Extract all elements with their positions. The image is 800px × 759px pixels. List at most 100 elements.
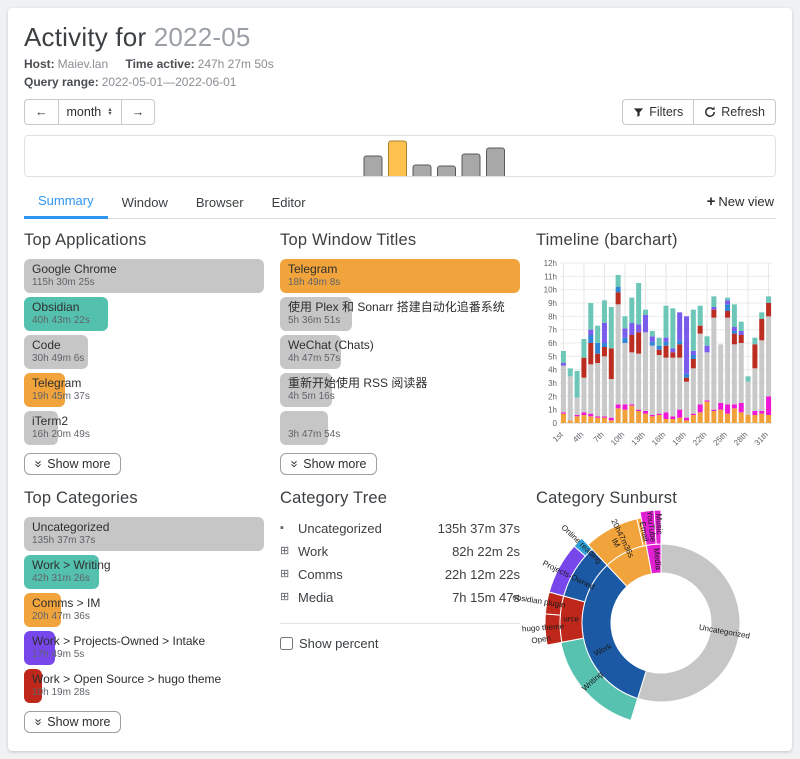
- new-view-button[interactable]: + New view: [705, 185, 776, 218]
- category-tree-title: Category Tree: [280, 489, 520, 508]
- category-sunburst-section: Category Sunburst UncategorizedWorkWriti…: [536, 489, 776, 751]
- y-axis-tick-label: 12h: [544, 259, 557, 268]
- timeline-bar-segment-magenta: [657, 414, 662, 415]
- window-title-bar: 重新开始使用 RSS 阅读器4h 5m 16s: [280, 373, 520, 407]
- timeline-bar-segment-orange: [759, 414, 764, 423]
- application-bar-duration: 19h 45m 37s: [32, 391, 256, 403]
- timeline-bar-segment-blue: [588, 335, 593, 343]
- timeline-bar-segment-purple: [705, 346, 710, 353]
- show-percent-checkbox[interactable]: [280, 637, 293, 650]
- timeline-bar-segment-magenta: [732, 404, 737, 408]
- expand-icon[interactable]: ⊞: [280, 540, 298, 563]
- tab-browser[interactable]: Browser: [182, 187, 258, 218]
- tab-summary[interactable]: Summary: [24, 185, 108, 219]
- refresh-button[interactable]: Refresh: [693, 99, 776, 125]
- timeline-bar-segment-red: [684, 378, 689, 382]
- timeline-bar-segment-purple: [664, 338, 669, 342]
- application-bar-label: iTerm2: [32, 414, 256, 429]
- timeline-bar-segment-teal: [650, 331, 655, 336]
- sunburst-label: urce: [563, 614, 579, 623]
- timeline-bar-segment-orange: [616, 408, 621, 423]
- application-bar: Obsidian40h 43m 22s: [24, 297, 264, 331]
- timeline-bar-segment-purple: [622, 328, 627, 337]
- top-categories-list: Uncategorized135h 37m 37sWork > Writing4…: [24, 517, 264, 703]
- category-tree-row[interactable]: ⊞Comms22h 12m 22s: [280, 563, 520, 586]
- show-more-categories-button[interactable]: »Show more: [24, 711, 121, 733]
- divider: [280, 623, 520, 624]
- timeline-bar-segment-magenta: [650, 415, 655, 416]
- period-mode-select[interactable]: month ▲▼: [58, 99, 121, 125]
- x-axis-tick-label: 16th: [650, 430, 667, 447]
- x-axis-tick-label: 1st: [551, 430, 565, 444]
- top-applications-title: Top Applications: [24, 231, 264, 250]
- x-axis-tick-label: 19th: [671, 430, 688, 447]
- tab-editor[interactable]: Editor: [258, 187, 320, 218]
- application-bar-label: Obsidian: [32, 300, 256, 315]
- timeline-barchart: 01h2h3h4h5h6h7h8h9h10h11h12h1st4th7th10t…: [536, 259, 776, 455]
- category-tree-row[interactable]: ⊞Media7h 15m 47s: [280, 586, 520, 609]
- timeline-bar-segment-teal: [691, 310, 696, 351]
- window-title-bar-duration: 4h 5m 16s: [288, 391, 512, 403]
- timeline-bar-segment-teal: [588, 303, 593, 330]
- timeline-bar-segment-orange: [711, 411, 716, 423]
- x-axis-tick-label: 7th: [592, 430, 606, 444]
- window-title-bar: 3h 47m 54s: [280, 411, 520, 445]
- query-range-line: Query range:2022-05-01—2022-06-01: [24, 75, 776, 89]
- y-axis-tick-label: 2h: [548, 392, 557, 401]
- timeline-bar-segment-orange: [718, 410, 723, 423]
- timeline-bar-segment-gray: [636, 354, 641, 410]
- category-bar: Work > Open Source > hugo theme10h 19m 2…: [24, 669, 264, 703]
- category-bar-label: Work > Open Source > hugo theme: [32, 672, 256, 687]
- application-bar-duration: 40h 43m 22s: [32, 315, 256, 327]
- show-more-applications-button[interactable]: »Show more: [24, 453, 121, 475]
- x-axis-tick-label: 10th: [609, 430, 626, 447]
- timeline-bar-segment-red: [766, 303, 771, 316]
- category-tree-row[interactable]: ▪Uncategorized135h 37m 37s: [280, 517, 520, 540]
- timeline-bar-segment-red: [739, 335, 744, 343]
- show-more-titles-button[interactable]: »Show more: [280, 453, 377, 475]
- timeline-bar-segment-red: [725, 311, 730, 318]
- timeline-bar-segment-teal: [643, 310, 648, 315]
- category-tree-row[interactable]: ⊞Work82h 22m 2s: [280, 540, 520, 563]
- category-sunburst-chart: UncategorizedWorkWritingurceOpenhugo the…: [536, 517, 776, 747]
- timeline-bar-segment-red: [677, 344, 682, 357]
- timeline-bar-segment-gray: [568, 376, 573, 420]
- window-title-bar-duration: 5h 36m 51s: [288, 315, 512, 327]
- window-title-bar-duration: 3h 47m 54s: [288, 429, 512, 441]
- timeline-bar-segment-blue: [650, 342, 655, 346]
- window-title-bar-label: Telegram: [288, 262, 512, 277]
- timeline-bar-segment-blue: [691, 355, 696, 359]
- category-name: Uncategorized: [298, 517, 438, 540]
- next-period-button[interactable]: →: [121, 99, 156, 125]
- timeline-bar-segment-gray: [657, 355, 662, 414]
- y-axis-tick-label: 0: [553, 419, 558, 428]
- expand-icon[interactable]: ⊞: [280, 563, 298, 586]
- timeline-bar-segment-red: [732, 334, 737, 345]
- timeline-bar-segment-orange: [588, 416, 593, 423]
- timeline-bar-segment-purple: [561, 363, 566, 366]
- timeline-bar-segment-magenta: [561, 412, 566, 413]
- timeline-bar-segment-blue: [602, 343, 607, 347]
- timeline-bar-segment-gray: [718, 344, 723, 403]
- timeline-bar-segment-gray: [622, 343, 627, 404]
- timeline-bar-segment-teal: [698, 306, 703, 326]
- expand-icon[interactable]: ⊞: [280, 586, 298, 609]
- category-bar: Work > Projects-Owned > Intake17h 49m 5s: [24, 631, 264, 665]
- tab-window[interactable]: Window: [108, 187, 182, 218]
- timeline-bar-segment-teal: [766, 296, 771, 303]
- timeline-bar-segment-teal: [609, 307, 614, 348]
- timeline-bar-segment-blue: [664, 342, 669, 346]
- period-value: 2022-05: [154, 22, 251, 52]
- timeline-bar-segment-teal: [629, 298, 634, 323]
- timeline-bar-segment-gray: [711, 318, 716, 410]
- timeline-bar-segment-orange: [705, 402, 710, 423]
- y-axis-tick-label: 5h: [548, 352, 557, 361]
- filters-button[interactable]: Filters: [622, 99, 693, 125]
- period-overview-chart: [24, 135, 776, 177]
- application-bar-duration: 16h 20m 49s: [32, 429, 256, 441]
- category-name: Work: [298, 540, 452, 563]
- prev-period-button[interactable]: ←: [24, 99, 58, 125]
- right-arrow-icon: →: [132, 104, 145, 120]
- timeline-bar-segment-gray: [643, 332, 648, 411]
- timeline-bar-segment-gray: [602, 356, 607, 416]
